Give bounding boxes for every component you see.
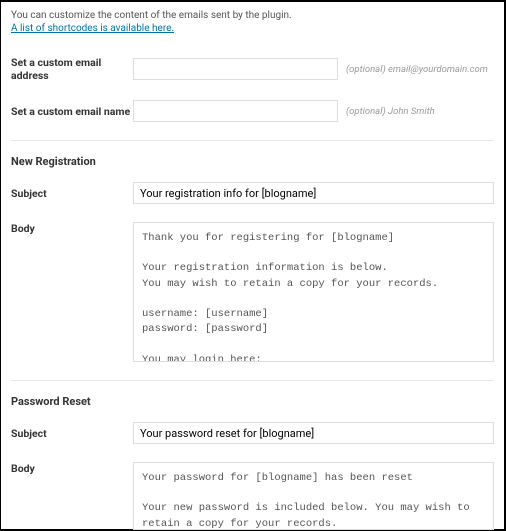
new-registration-heading: New Registration: [11, 155, 494, 168]
reg-body-label: Body: [11, 222, 133, 235]
email-name-hint: (optional) John Smith: [346, 106, 435, 117]
email-name-input[interactable]: [133, 100, 338, 122]
reg-body-textarea[interactable]: [133, 222, 494, 362]
reset-subject-input[interactable]: [133, 422, 494, 444]
reg-subject-label: Subject: [11, 187, 133, 200]
email-name-label: Set a custom email name: [11, 105, 133, 118]
divider: [11, 380, 494, 381]
email-address-input[interactable]: [133, 58, 338, 80]
email-address-label: Set a custom email address: [11, 56, 133, 82]
shortcodes-link[interactable]: A list of shortcodes is available here.: [11, 23, 174, 34]
reset-subject-label: Subject: [11, 427, 133, 440]
divider: [11, 140, 494, 141]
reg-subject-input[interactable]: [133, 182, 494, 204]
password-reset-heading: Password Reset: [11, 395, 494, 408]
intro-text: You can customize the content of the ema…: [11, 10, 494, 21]
email-address-hint: (optional) email@yourdomain.com: [346, 64, 488, 75]
reset-body-label: Body: [11, 462, 133, 475]
reset-body-textarea[interactable]: [133, 462, 494, 530]
